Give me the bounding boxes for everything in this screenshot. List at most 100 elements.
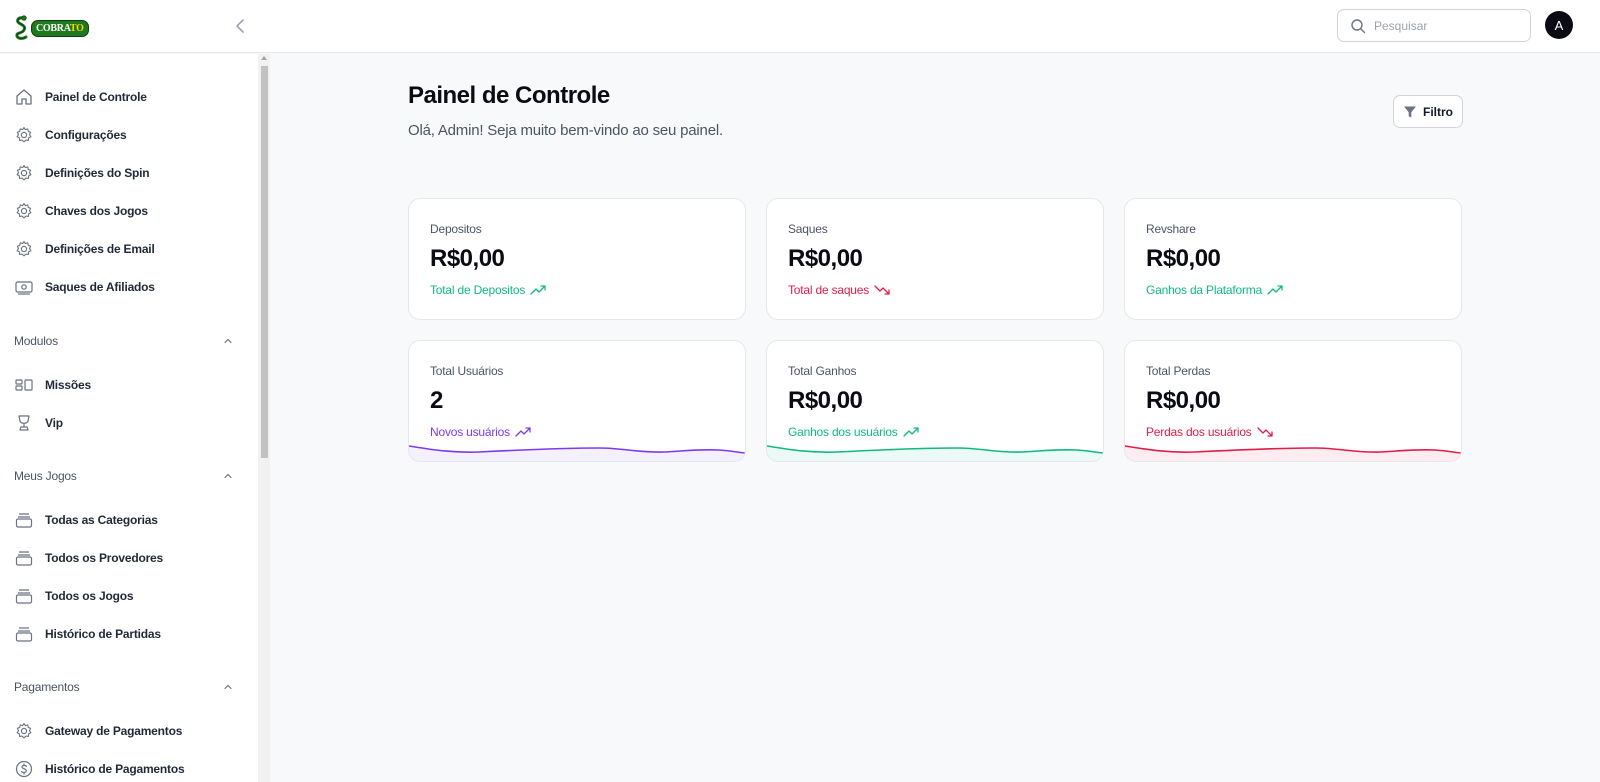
card-trend-label: Ganhos da Plataforma (1146, 283, 1263, 297)
chevron-up-icon (224, 684, 232, 690)
sidebar-item-todos-os-jogos[interactable]: Todos os Jogos (14, 583, 134, 609)
card-label: Total Usuários (430, 364, 504, 378)
gear-icon (16, 202, 32, 219)
archive-icon (15, 551, 33, 566)
search-icon (1351, 18, 1366, 33)
sidebar-item-label: Definições de Email (45, 242, 155, 256)
sidebar-item-label: Configurações (45, 128, 127, 142)
sidebar-item-label: Histórico de Pagamentos (45, 762, 185, 776)
sidebar-item-label: Painel de Controle (45, 90, 147, 104)
sidebar-item-label: Todas as Categorias (45, 513, 158, 527)
card-trend-label: Total de Depositos (430, 283, 526, 297)
card-trend: Novos usuários (430, 425, 531, 439)
gear-icon (16, 722, 32, 739)
section-title: Pagamentos (14, 680, 80, 694)
trending-up-icon (515, 427, 531, 437)
sidebar-item-todos-os-provedores[interactable]: Todos os Provedores (14, 545, 163, 571)
scroll-up-arrow[interactable] (261, 56, 267, 60)
sidebar-item-label: Todos os Jogos (45, 589, 134, 603)
section-title: Meus Jogos (14, 469, 77, 483)
sidebar-item-historico-de-pagamentos[interactable]: Histórico de Pagamentos (14, 756, 185, 782)
section-pagamentos[interactable]: Pagamentos (14, 680, 234, 694)
filter-button[interactable]: Filtro (1393, 95, 1463, 128)
sidebar-item-saques-de-afiliados[interactable]: Saques de Afiliados (14, 274, 155, 300)
section-title: Modulos (14, 334, 58, 348)
layout-icon (15, 379, 33, 391)
card-value: R$0,00 (788, 387, 863, 414)
sidebar-item-todas-as-categorias[interactable]: Todas as Categorias (14, 507, 158, 533)
sparkline (1125, 445, 1461, 461)
chevron-left-icon (236, 19, 244, 33)
card-trend-label: Novos usuários (430, 425, 510, 439)
sidebar-item-label: Gateway de Pagamentos (45, 724, 183, 738)
card-value: R$0,00 (430, 245, 505, 272)
card-trend: Ganhos da Plataforma (1146, 283, 1283, 297)
trending-up-icon (902, 427, 919, 437)
card-trend-label: Ganhos dos usuários (788, 425, 898, 439)
section-modulos[interactable]: Modulos (14, 334, 234, 348)
trending-up-icon (1267, 285, 1283, 295)
chevron-up-icon (224, 338, 232, 344)
gear-icon (16, 164, 32, 181)
search-box[interactable] (1337, 9, 1531, 42)
chevron-up-icon (224, 473, 232, 479)
card-trend: Perdas dos usuários (1146, 425, 1273, 439)
sidebar-item-missoes[interactable]: Missões (14, 372, 91, 398)
filter-icon (1404, 106, 1416, 117)
trending-up-icon (530, 285, 546, 295)
card-label: Total Ganhos (788, 364, 857, 378)
stat-card-saques: Saques R$0,00 Total de saques (766, 198, 1104, 320)
sidebar-item-label: Vip (45, 416, 63, 430)
sidebar-item-configuracoes[interactable]: Configurações (14, 122, 127, 148)
sparkline (409, 445, 745, 461)
trending-down-icon (1256, 427, 1273, 437)
stat-card-total-ganhos: Total Ganhos R$0,00 Ganhos dos usuários (766, 340, 1104, 462)
sidebar-item-gateway-de-pagamentos[interactable]: Gateway de Pagamentos (14, 718, 182, 744)
card-trend: Total de saques (788, 283, 890, 297)
page-subtitle: Olá, Admin! Seja muito bem-vindo ao seu … (408, 122, 723, 139)
sidebar-item-historico-de-partidas[interactable]: Histórico de Partidas (14, 621, 161, 647)
sidebar-item-vip[interactable]: Vip (14, 410, 63, 436)
dollar-icon (15, 760, 33, 778)
banknote-icon (15, 281, 33, 295)
sidebar-item-label: Histórico de Partidas (45, 627, 161, 641)
sidebar-item-label: Missões (45, 378, 91, 392)
archive-icon (15, 589, 33, 604)
user-avatar[interactable]: A (1545, 11, 1573, 39)
sidebar-item-definicoes-de-email[interactable]: Definições de Email (14, 236, 155, 262)
card-label: Saques (788, 222, 828, 236)
card-value: R$0,00 (1146, 245, 1221, 272)
card-trend-label: Perdas dos usuários (1146, 425, 1252, 439)
trending-down-icon (874, 285, 890, 295)
sidebar-item-label: Saques de Afiliados (45, 280, 155, 294)
sidebar-item-definicoes-do-spin[interactable]: Definições do Spin (14, 160, 150, 186)
stat-card-revshare: Revshare R$0,00 Ganhos da Plataforma (1124, 198, 1462, 320)
card-label: Total Perdas (1146, 364, 1211, 378)
card-trend-label: Total de saques (788, 283, 870, 297)
sidebar-item-painel-de-controle[interactable]: Painel de Controle (14, 84, 147, 110)
stat-card-depositos: Depositos R$0,00 Total de Depositos (408, 198, 746, 320)
sidebar-item-chaves-dos-jogos[interactable]: Chaves dos Jogos (14, 198, 148, 224)
card-label: Depositos (430, 222, 482, 236)
stat-card-total-usuarios: Total Usuários 2 Novos usuários (408, 340, 746, 462)
sidebar: Painel de Controle Configurações Definiç… (0, 54, 270, 782)
card-value: R$0,00 (788, 245, 863, 272)
card-trend: Total de Depositos (430, 283, 546, 297)
sidebar-item-label: Definições do Spin (45, 166, 150, 180)
section-meus-jogos[interactable]: Meus Jogos (14, 469, 234, 483)
sidebar-item-label: Chaves dos Jogos (45, 204, 148, 218)
logo-wordmark: COBRATO (31, 19, 89, 37)
archive-icon (15, 513, 33, 528)
card-value: 2 (430, 387, 443, 414)
sidebar-collapse-button[interactable] (230, 16, 250, 36)
sidebar-scrollbar-thumb[interactable] (261, 66, 268, 458)
page-title: Painel de Controle (408, 82, 610, 109)
card-label: Revshare (1146, 222, 1196, 236)
snake-icon (15, 15, 28, 40)
top-header: COBRATO A (0, 0, 1600, 53)
search-input[interactable] (1374, 18, 1524, 33)
archive-icon (15, 627, 33, 642)
card-value: R$0,00 (1146, 387, 1221, 414)
filter-label: Filtro (1423, 104, 1453, 119)
logo[interactable]: COBRATO (14, 14, 89, 42)
